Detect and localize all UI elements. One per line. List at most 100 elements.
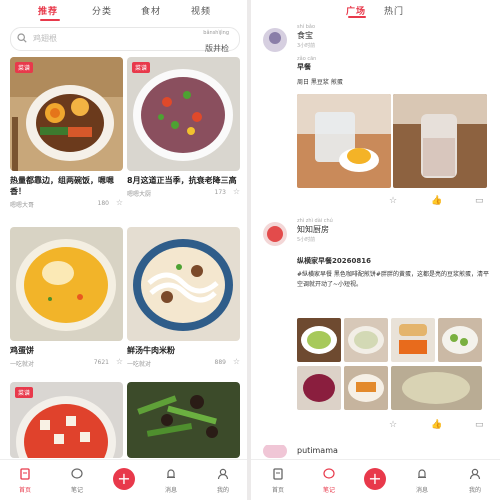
star-icon[interactable]: ☆ (389, 420, 397, 430)
favorite-count: 173 (214, 189, 226, 196)
avatar[interactable] (263, 222, 287, 246)
recipe-card[interactable] (127, 382, 240, 458)
post-title: 纵横家早餐20260816 (297, 257, 371, 265)
post-photo[interactable] (344, 318, 388, 362)
star-icon[interactable]: ☆ (233, 357, 240, 366)
nav-home-label: 首页 (18, 487, 31, 494)
nav-messages-label: 消息 (415, 487, 428, 494)
author-name[interactable]: 食宝 (297, 30, 313, 41)
create-button[interactable]: + (113, 468, 135, 490)
recipe-image (127, 227, 240, 341)
post-title: 早餐 (297, 63, 311, 71)
recipe-badge: 菜谱 (132, 62, 151, 73)
recipe-card[interactable]: 菜谱 热量都靠边，组两碗饭，嗯嗯香！ 嗯嗯大哥 180 ☆ (10, 57, 123, 210)
search-hint-pinyin: bǎnshìjìng (203, 30, 229, 36)
favorite-count: 7621 (93, 359, 109, 366)
nav-home-label: 首页 (271, 487, 284, 494)
post-body: #纵横家早餐 黑色咖啡配煎饼#胖胖的黄蛋，这都是亮的豆浆煎蛋，清平空调就开动了~… (297, 271, 489, 288)
nav-notes-label: 笔记 (322, 487, 335, 494)
tab-categories[interactable]: 分类 (92, 4, 112, 17)
star-icon[interactable]: ☆ (233, 187, 240, 196)
nav-messages-label: 消息 (164, 487, 177, 494)
home-icon (20, 468, 30, 480)
nav-messages[interactable]: 消息 (156, 465, 186, 494)
tab-indicator (348, 16, 366, 18)
search-hint[interactable]: bǎnshìjìng 版井检 (203, 30, 229, 55)
recipe-image: 菜谱 (10, 57, 123, 171)
nav-notes-label: 笔记 (70, 487, 83, 494)
recipe-meta: 一吃就对 7621 ☆ (10, 357, 123, 369)
recipe-author: 一吃就对 (10, 361, 35, 368)
create-button[interactable]: + (364, 468, 386, 490)
nav-home[interactable]: 首页 (263, 465, 293, 494)
post-photo[interactable] (438, 318, 482, 362)
star-icon[interactable]: ☆ (389, 196, 397, 206)
post-photo[interactable] (393, 94, 487, 188)
nav-profile-label: 我的 (468, 487, 481, 494)
bottom-navigation: 首页 笔记 + 消息 我的 (0, 459, 247, 500)
nav-notes[interactable]: 笔记 (314, 465, 344, 494)
top-tabs: 推荐 分类 食材 视频 (0, 0, 247, 22)
post-photo[interactable] (391, 366, 482, 410)
recipe-title: 鲜汤牛肉米粉 (127, 346, 175, 355)
search-icon (17, 33, 27, 43)
nav-profile[interactable]: 我的 (460, 465, 490, 494)
comment-icon[interactable]: ▭ (475, 420, 484, 430)
tab-indicator (40, 19, 60, 21)
bell-icon (167, 469, 175, 478)
community-feed-screen: 广场 热门 shí bǎo 食宝 3小时前 zǎo cān 早餐 周日 黑豆浆 … (251, 0, 500, 500)
avatar[interactable] (263, 444, 287, 458)
thumbs-up-icon[interactable]: 👍 (431, 196, 442, 206)
recipe-card[interactable]: 菜谱 8月这道正当季，抗衰老降三高 嗯嗯大厨 173 ☆ (127, 57, 240, 199)
recipe-meta: 嗯嗯大厨 173 ☆ (127, 187, 240, 199)
feed-post: putimama (251, 444, 500, 460)
home-icon (273, 468, 283, 480)
chat-bubble-icon (323, 468, 335, 479)
recipe-meta: 一吃就对 889 ☆ (127, 357, 240, 369)
search-bar[interactable]: 鸡翅根 bǎnshìjìng 版井检 (10, 27, 240, 53)
tab-hot[interactable]: 热门 (384, 4, 404, 17)
nav-notes[interactable]: 笔记 (62, 465, 92, 494)
recipe-image: 菜谱 (127, 57, 240, 171)
post-photo[interactable] (297, 318, 341, 362)
search-hint-text: 版井检 (205, 44, 229, 53)
bell-icon (418, 469, 426, 478)
nav-profile-label: 我的 (216, 487, 229, 494)
post-photo[interactable] (344, 366, 388, 410)
recipe-badge: 菜谱 (15, 62, 34, 73)
post-photo[interactable] (297, 94, 391, 188)
tab-ingredients[interactable]: 食材 (141, 4, 161, 17)
post-time: 5小时前 (297, 237, 316, 243)
recipe-badge: 菜谱 (15, 387, 34, 398)
post-photo[interactable] (391, 318, 435, 362)
favorite-count: 889 (214, 359, 226, 366)
recipe-card[interactable]: 鸡蛋饼 一吃就对 7621 ☆ (10, 227, 123, 369)
post-time: 3小时前 (297, 43, 316, 49)
feed-post: zhì zhì dài chú 知知厨房 5小时前 纵横家早餐20260816 … (251, 218, 500, 438)
comment-icon[interactable]: ▭ (475, 196, 484, 206)
nav-messages[interactable]: 消息 (407, 465, 437, 494)
tab-recommend[interactable]: 推荐 (38, 4, 58, 17)
recipe-home-screen: 推荐 分类 食材 视频 鸡翅根 bǎnshìjìng 版井检 菜谱 热量都靠边，… (0, 0, 247, 500)
nav-home[interactable]: 首页 (10, 465, 40, 494)
recipe-author: 嗯嗯大哥 (10, 202, 35, 209)
person-icon (469, 468, 481, 480)
recipe-card[interactable]: 鲜汤牛肉米粉 一吃就对 889 ☆ (127, 227, 240, 369)
thumbs-up-icon[interactable]: 👍 (431, 420, 442, 430)
star-icon[interactable]: ☆ (116, 357, 123, 366)
nav-profile[interactable]: 我的 (208, 465, 238, 494)
author-name[interactable]: 知知厨房 (297, 224, 329, 235)
avatar[interactable] (263, 28, 287, 52)
feed-post: shí bǎo 食宝 3小时前 zǎo cān 早餐 周日 黑豆浆 煎蛋 ☆ 👍… (251, 24, 500, 214)
favorite-count: 180 (97, 200, 109, 207)
post-photo[interactable] (297, 366, 341, 410)
tab-videos[interactable]: 视频 (191, 4, 211, 17)
top-tabs: 广场 热门 (251, 0, 500, 22)
post-tags: 周日 黑豆浆 煎蛋 (297, 79, 343, 86)
recipe-card[interactable]: 菜谱 (10, 382, 123, 458)
chat-bubble-icon (71, 468, 83, 479)
author-name[interactable]: putimama (297, 446, 338, 455)
recipe-meta: 嗯嗯大哥 180 ☆ (10, 198, 123, 210)
bottom-navigation: 首页 笔记 + 消息 我的 (251, 459, 500, 500)
star-icon[interactable]: ☆ (116, 198, 123, 207)
